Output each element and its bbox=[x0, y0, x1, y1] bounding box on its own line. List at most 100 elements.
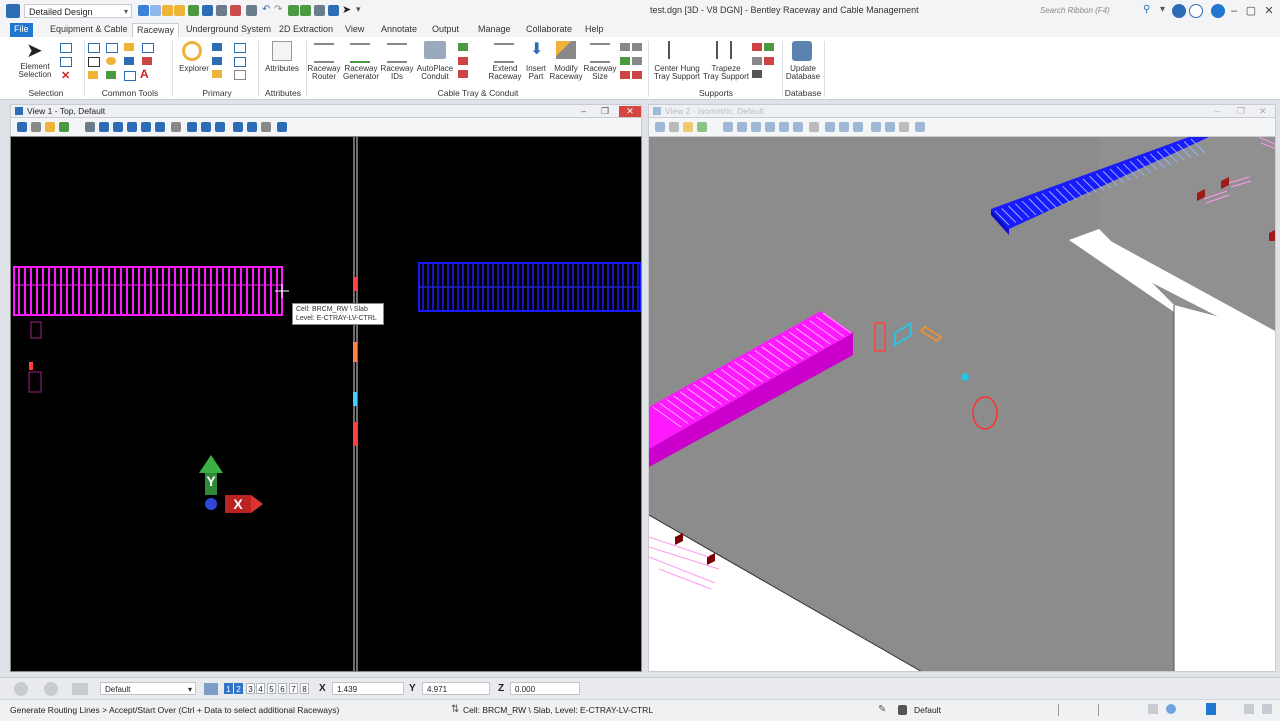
model-selector[interactable]: Default ▾ bbox=[100, 682, 196, 695]
tab-file[interactable]: File bbox=[10, 23, 33, 37]
update-database-button[interactable]: Update Database bbox=[784, 65, 822, 81]
trapeze-support-button[interactable]: Trapeze Tray Support bbox=[702, 65, 750, 81]
window-icon[interactable] bbox=[1262, 704, 1272, 714]
minimize-icon[interactable]: – bbox=[1226, 3, 1242, 19]
camera-icon[interactable] bbox=[899, 122, 909, 132]
document-icon[interactable] bbox=[1206, 703, 1216, 715]
view-attributes-icon[interactable] bbox=[17, 122, 27, 132]
magenta-cable-tray[interactable] bbox=[13, 266, 283, 316]
raceway-router-button[interactable]: Raceway Router bbox=[306, 65, 342, 81]
tray-icon[interactable] bbox=[632, 43, 642, 51]
view-next-icon[interactable] bbox=[839, 122, 849, 132]
rectangle-icon[interactable] bbox=[88, 57, 100, 67]
raceway-generator-button[interactable]: Raceway Generator bbox=[340, 65, 382, 81]
modify-raceway-button[interactable]: Modify Raceway bbox=[548, 65, 584, 81]
tab-underground-system[interactable]: Underground System bbox=[182, 23, 275, 37]
references-icon[interactable] bbox=[212, 43, 222, 51]
help-icon[interactable] bbox=[1189, 4, 1203, 18]
tab-raceway[interactable]: Raceway bbox=[132, 23, 180, 38]
render-icon[interactable] bbox=[277, 122, 287, 132]
tray-icon[interactable] bbox=[620, 43, 630, 51]
support-option-icon[interactable] bbox=[752, 43, 762, 51]
render-icon[interactable] bbox=[915, 122, 925, 132]
view-groups-icon[interactable] bbox=[234, 70, 246, 80]
copy-view-icon[interactable] bbox=[215, 122, 225, 132]
view-toggle-2[interactable]: 2 bbox=[234, 683, 243, 694]
minimize-icon[interactable]: – bbox=[1215, 105, 1220, 117]
view-toggle-7[interactable]: 7 bbox=[289, 683, 298, 694]
tab-help[interactable]: Help bbox=[581, 23, 608, 37]
raceway-size-icon[interactable] bbox=[590, 43, 610, 63]
active-level[interactable]: Default bbox=[914, 705, 941, 715]
rotate-icon[interactable] bbox=[59, 122, 69, 132]
pen-icon[interactable]: ✎ bbox=[878, 704, 886, 715]
pointer-icon[interactable]: ➤ bbox=[342, 3, 351, 16]
maximize-icon[interactable]: ▢ bbox=[1243, 3, 1259, 19]
close-file-icon[interactable] bbox=[230, 5, 241, 16]
raceway-ids-button[interactable]: Raceway IDs bbox=[380, 65, 414, 81]
view-next-icon[interactable] bbox=[201, 122, 211, 132]
new-file-icon[interactable] bbox=[138, 5, 149, 16]
fit-view-icon[interactable] bbox=[141, 122, 151, 132]
back-icon[interactable] bbox=[14, 682, 28, 696]
restore-icon[interactable]: ❐ bbox=[601, 105, 609, 117]
update-view-icon[interactable] bbox=[85, 122, 95, 132]
window-area-icon[interactable] bbox=[765, 122, 775, 132]
z-coordinate-field[interactable]: 0.000 bbox=[510, 682, 580, 695]
tab-equipment-cable[interactable]: Equipment & Cable bbox=[46, 23, 132, 37]
print-icon[interactable] bbox=[188, 5, 199, 16]
place-shape-icon[interactable] bbox=[106, 43, 118, 53]
clear-selection-icon[interactable]: ✕ bbox=[61, 69, 70, 82]
center-hung-support-button[interactable]: Center Hung Tray Support bbox=[652, 65, 702, 81]
forward-icon[interactable] bbox=[44, 682, 58, 696]
clip-mask-icon[interactable] bbox=[247, 122, 257, 132]
clip-volume-icon[interactable] bbox=[871, 122, 881, 132]
search-ribbon-input[interactable]: Search Ribbon (F4) bbox=[1040, 4, 1158, 18]
sync-icon[interactable] bbox=[1166, 704, 1176, 714]
window-icon[interactable] bbox=[1244, 704, 1254, 714]
explorer-button[interactable]: Explorer bbox=[176, 65, 212, 73]
camera-icon[interactable] bbox=[261, 122, 271, 132]
view-2-canvas[interactable] bbox=[648, 136, 1276, 672]
zoom-in-icon[interactable] bbox=[99, 122, 109, 132]
levels-icon[interactable] bbox=[683, 122, 693, 132]
clip-mask-icon[interactable] bbox=[885, 122, 895, 132]
undo-icon[interactable]: ↶ bbox=[262, 4, 270, 15]
tab-2d-extraction[interactable]: 2D Extraction bbox=[275, 23, 337, 37]
support-option-icon[interactable] bbox=[752, 70, 762, 78]
autoplace-conduit-icon[interactable] bbox=[424, 41, 446, 59]
copy-view-icon[interactable] bbox=[853, 122, 863, 132]
view-toggle-3[interactable]: 3 bbox=[246, 683, 255, 694]
open-folder-icon[interactable] bbox=[162, 5, 173, 16]
pen-icon[interactable] bbox=[88, 71, 98, 79]
tab-view[interactable]: View bbox=[341, 23, 368, 37]
redo-icon[interactable]: ↷ bbox=[274, 4, 282, 15]
line-style-icon[interactable] bbox=[124, 57, 134, 65]
model-icon[interactable] bbox=[328, 5, 339, 16]
models-icon[interactable] bbox=[212, 70, 222, 78]
update-view-icon[interactable] bbox=[723, 122, 733, 132]
level-display-icon[interactable] bbox=[234, 57, 246, 67]
view-windows-icon[interactable] bbox=[204, 683, 218, 695]
transparency-icon[interactable] bbox=[124, 71, 136, 81]
view-toggle-1[interactable]: 1 bbox=[224, 683, 233, 694]
save-icon[interactable] bbox=[202, 5, 213, 16]
tab-output[interactable]: Output bbox=[428, 23, 463, 37]
view-1-canvas[interactable]: Y X bbox=[10, 136, 642, 672]
element-selection-button[interactable]: Element Selection bbox=[10, 63, 60, 79]
tab-annotate[interactable]: Annotate bbox=[377, 23, 421, 37]
raceway-ids-icon[interactable] bbox=[387, 43, 407, 63]
print-preview-icon[interactable] bbox=[314, 5, 325, 16]
tray-icon[interactable] bbox=[632, 57, 642, 65]
fence-icon[interactable] bbox=[300, 5, 311, 16]
close-icon[interactable]: ✕ bbox=[1261, 3, 1277, 19]
view-toggle-5[interactable]: 5 bbox=[267, 683, 276, 694]
y-coordinate-field[interactable]: 4.971 bbox=[422, 682, 490, 695]
customize-icon[interactable]: ▾ bbox=[356, 4, 361, 15]
support-option-icon[interactable] bbox=[752, 57, 762, 65]
key-in-icon[interactable] bbox=[288, 5, 299, 16]
levels-icon[interactable] bbox=[212, 57, 222, 65]
line-weight-icon[interactable] bbox=[142, 57, 152, 65]
select-icon[interactable] bbox=[60, 43, 72, 53]
view-toggle-8[interactable]: 8 bbox=[300, 683, 309, 694]
